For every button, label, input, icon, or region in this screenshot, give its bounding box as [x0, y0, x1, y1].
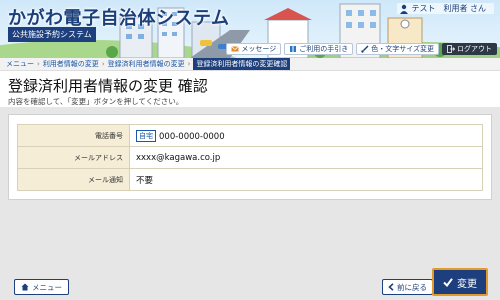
- header-buttons: メッセージ ご利用の手引き 色・文字サイズ変更 ログアウト: [226, 43, 497, 55]
- header-banner: かがわ電子自治体システム 公共施設予約システム テスト 利用者 さん メッセージ…: [0, 0, 500, 58]
- table-row: メールアドレス xxxx@kagawa.co.jp: [17, 146, 483, 169]
- email-value: xxxx@kagawa.co.jp: [129, 146, 483, 169]
- breadcrumb-user-info-change[interactable]: 利用者情報の変更: [43, 59, 99, 69]
- menu-button-label: メニュー: [32, 282, 62, 292]
- breadcrumb-separator: ›: [37, 60, 40, 68]
- home-icon: [21, 283, 29, 291]
- guide-button[interactable]: ご利用の手引き: [284, 43, 354, 55]
- confirmation-panel: 電話番号 自宅 000-0000-0000 メールアドレス xxxx@kagawa…: [8, 114, 492, 200]
- logout-button[interactable]: ログアウト: [442, 43, 497, 55]
- page-description: 内容を確認して、「変更」ボタンを押してください。: [8, 97, 184, 106]
- change-button[interactable]: 変更: [432, 268, 488, 296]
- table-row: 電話番号 自宅 000-0000-0000: [17, 124, 483, 147]
- chevron-left-icon: [388, 283, 394, 291]
- breadcrumb: メニュー › 利用者情報の変更 › 登録済利用者情報の変更 › 登録済利用者情報…: [0, 58, 500, 71]
- breadcrumb-registered-user-change[interactable]: 登録済利用者情報の変更: [108, 59, 185, 69]
- user-icon: [400, 4, 409, 14]
- breadcrumb-separator: ›: [187, 60, 191, 68]
- phone-label: 電話番号: [17, 124, 130, 147]
- message-label: メッセージ: [241, 45, 277, 53]
- logout-icon: [447, 45, 455, 53]
- message-button[interactable]: メッセージ: [226, 43, 282, 55]
- page-title: 登録済利用者情報の変更 確認: [8, 77, 208, 95]
- envelope-icon: [231, 46, 240, 52]
- guide-label: ご利用の手引き: [299, 45, 349, 53]
- book-icon: [290, 46, 297, 52]
- color-font-size-button[interactable]: 色・文字サイズ変更: [356, 43, 439, 55]
- breadcrumb-current: 登録済利用者情報の変更確認: [193, 58, 291, 70]
- back-button-label: 前に戻る: [397, 282, 427, 292]
- checkmark-icon: [443, 278, 453, 287]
- breadcrumb-separator: ›: [101, 60, 105, 68]
- phone-value: 000-0000-0000: [159, 131, 225, 142]
- phone-type-tag: 自宅: [136, 129, 156, 142]
- main-area: 電話番号 自宅 000-0000-0000 メールアドレス xxxx@kagawa…: [0, 107, 500, 300]
- user-info: テスト 利用者 さん: [397, 3, 494, 14]
- info-table: 電話番号 自宅 000-0000-0000 メールアドレス xxxx@kagawa…: [17, 124, 483, 191]
- back-button[interactable]: 前に戻る: [382, 279, 433, 295]
- brush-icon: [361, 45, 369, 53]
- user-name: テスト 利用者 さん: [411, 4, 486, 13]
- logout-label: ログアウト: [457, 45, 492, 53]
- change-button-label: 変更: [457, 278, 477, 290]
- breadcrumb-menu[interactable]: メニュー: [6, 59, 34, 69]
- email-label: メールアドレス: [17, 146, 130, 169]
- menu-button[interactable]: メニュー: [14, 279, 69, 295]
- table-row: メール通知 不要: [17, 168, 483, 191]
- mail-notification-value: 不要: [129, 168, 483, 191]
- mail-notification-label: メール通知: [17, 168, 130, 191]
- phone-cell: 自宅 000-0000-0000: [129, 124, 483, 147]
- app-subtitle: 公共施設予約システム: [8, 27, 96, 42]
- color-font-size-label: 色・文字サイズ変更: [371, 45, 434, 53]
